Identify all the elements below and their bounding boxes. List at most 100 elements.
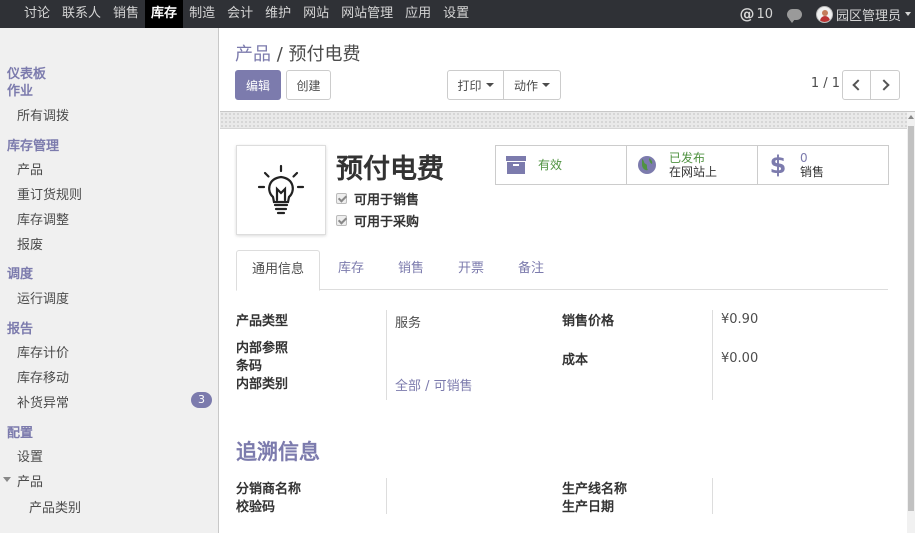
- topbar-right: @ 10 园区管理员: [739, 0, 915, 28]
- sidebar-item-replenish-exceptions[interactable]: 补货异常: [17, 392, 69, 411]
- action-label: 动作: [513, 78, 538, 93]
- sales-stat: 0 销售: [800, 151, 824, 179]
- form-header-pattern: [220, 112, 907, 128]
- lightbulb-icon: [257, 164, 305, 215]
- tab-sales[interactable]: 销售: [388, 250, 434, 290]
- product-name: 预付电费: [336, 154, 444, 185]
- control-panel: 产品 / 预付电费 编辑 创建 打印 动作 1 / 1: [220, 28, 915, 112]
- menu-manufacturing[interactable]: 制造: [183, 0, 221, 28]
- breadcrumb-products-link[interactable]: 产品: [235, 44, 271, 65]
- dollar-icon: $: [769, 151, 787, 179]
- chevron-down-icon: [485, 83, 494, 87]
- chevron-left-icon: [852, 79, 864, 91]
- sidebar-head-scheduler: 调度: [7, 267, 34, 282]
- create-button[interactable]: 创建: [286, 70, 331, 100]
- product-image[interactable]: [236, 145, 326, 235]
- cost-value: ¥0.00: [721, 351, 759, 366]
- sidebar-head-inventory-control: 库存管理: [7, 139, 60, 154]
- published-line1: 已发布: [669, 151, 706, 165]
- edit-button[interactable]: 编辑: [235, 70, 281, 100]
- sidebar-head-configuration: 配置: [7, 426, 34, 441]
- can-be-purchased-checkbox[interactable]: [336, 215, 347, 226]
- print-dropdown[interactable]: 打印: [447, 70, 504, 100]
- menu-website[interactable]: 网站: [297, 0, 335, 28]
- can-be-sold-checkbox[interactable]: [336, 193, 347, 204]
- published-line2: 在网站上: [669, 165, 718, 179]
- tab-general-info[interactable]: 通用信息: [236, 250, 320, 291]
- menu-accounting[interactable]: 会计: [221, 0, 259, 28]
- tab-inventory[interactable]: 库存: [328, 250, 374, 290]
- chat-button[interactable]: [786, 8, 802, 23]
- cost-label: 成本: [562, 353, 589, 368]
- sidebar: 仪表板 作业 所有调拨 库存管理 产品 重订货规则 库存调整 报废 调度 运行调…: [0, 28, 219, 533]
- top-navbar: 讨论 联系人 销售 库存 制造 会计 维护 网站 网站管理 应用 设置 @ 10…: [0, 0, 915, 28]
- app-menu: 讨论 联系人 销售 库存 制造 会计 维护 网站 网站管理 应用 设置: [0, 0, 475, 28]
- menu-maintenance[interactable]: 维护: [259, 0, 297, 28]
- pager-value[interactable]: 1 / 1: [811, 76, 840, 91]
- breadcrumb-current: 预付电费: [288, 44, 361, 65]
- product-type-value: 服务: [395, 316, 422, 331]
- internal-category-link[interactable]: 全部 / 可销售: [395, 375, 473, 394]
- pager-previous-button[interactable]: [842, 70, 871, 100]
- sidebar-item-run-scheduler[interactable]: 运行调度: [17, 288, 69, 307]
- published-status: 已发布 在网站上: [669, 151, 717, 179]
- menu-website-admin[interactable]: 网站管理: [335, 0, 399, 28]
- can-be-purchased-label: 可用于采购: [354, 215, 420, 230]
- can-be-purchased-row: 可用于采购: [336, 211, 419, 230]
- sidebar-item-stock-moves[interactable]: 库存移动: [17, 367, 69, 386]
- published-toggle-button[interactable]: 已发布 在网站上: [627, 146, 758, 184]
- scroll-up-icon[interactable]: [908, 115, 914, 119]
- chevron-down-icon: [905, 12, 911, 16]
- field-divider: [712, 310, 713, 400]
- sales-stat-button[interactable]: $ 0 销售: [758, 146, 888, 184]
- user-name: 园区管理员: [835, 8, 901, 24]
- sidebar-item-settings[interactable]: 设置: [17, 446, 43, 465]
- chevron-right-icon: [877, 79, 890, 91]
- globe-icon: [635, 155, 659, 175]
- sidebar-item-reordering-rules[interactable]: 重订货规则: [17, 184, 82, 203]
- at-icon: @: [739, 5, 755, 23]
- breadcrumb-separator: /: [276, 44, 283, 65]
- product-type-label: 产品类型: [236, 314, 289, 329]
- internal-category-label: 内部类别: [236, 377, 289, 392]
- distributor-label: 分销商名称: [236, 482, 302, 497]
- sales-price-value: ¥0.90: [721, 312, 759, 327]
- caret-down-icon[interactable]: [3, 477, 11, 482]
- chevron-down-icon: [542, 83, 550, 87]
- form-tabs: 通用信息 库存 销售 开票 备注: [236, 250, 888, 291]
- sales-label: 销售: [800, 165, 825, 179]
- sidebar-item-all-transfers[interactable]: 所有调拨: [17, 105, 69, 124]
- action-dropdown[interactable]: 动作: [503, 70, 561, 100]
- production-date-label: 生产日期: [562, 500, 615, 515]
- sidebar-item-products[interactable]: 产品: [17, 159, 43, 178]
- avatar: [815, 5, 833, 23]
- checksum-label: 校验码: [236, 500, 276, 515]
- menu-inventory[interactable]: 库存: [145, 0, 184, 28]
- pager-next-button[interactable]: [870, 70, 900, 100]
- scrollbar-thumb[interactable]: [908, 126, 914, 511]
- menu-contacts[interactable]: 联系人: [56, 0, 107, 28]
- sidebar-item-scrap[interactable]: 报废: [17, 234, 43, 253]
- tab-invoicing[interactable]: 开票: [448, 250, 494, 290]
- menu-sales[interactable]: 销售: [107, 0, 145, 28]
- active-label: 有效: [538, 158, 563, 172]
- sidebar-item-inventory-adjustments[interactable]: 库存调整: [17, 209, 69, 228]
- menu-discuss[interactable]: 讨论: [18, 0, 56, 28]
- traceability-title: 追溯信息: [236, 440, 320, 464]
- replenish-exceptions-badge: 3: [191, 392, 212, 408]
- menu-settings[interactable]: 设置: [437, 0, 475, 28]
- sidebar-item-stock-valuation[interactable]: 库存计价: [17, 342, 69, 361]
- can-be-sold-label: 可用于销售: [354, 193, 420, 208]
- sidebar-item-config-products[interactable]: 产品: [17, 471, 43, 490]
- active-toggle-button[interactable]: 有效: [496, 146, 627, 184]
- user-menu[interactable]: 园区管理员: [815, 5, 911, 24]
- form-scrollbar[interactable]: [907, 112, 915, 533]
- menu-apps[interactable]: 应用: [399, 0, 437, 28]
- smart-buttons: 有效 已发布 在网站上 $ 0 销售: [495, 145, 889, 185]
- production-line-label: 生产线名称: [562, 482, 628, 497]
- tab-notes[interactable]: 备注: [508, 250, 554, 290]
- internal-reference-label: 内部参照: [236, 341, 289, 356]
- sidebar-item-product-categories[interactable]: 产品类别: [29, 497, 81, 516]
- notifications-button[interactable]: @ 10: [739, 5, 773, 23]
- sales-count: 0: [800, 151, 808, 165]
